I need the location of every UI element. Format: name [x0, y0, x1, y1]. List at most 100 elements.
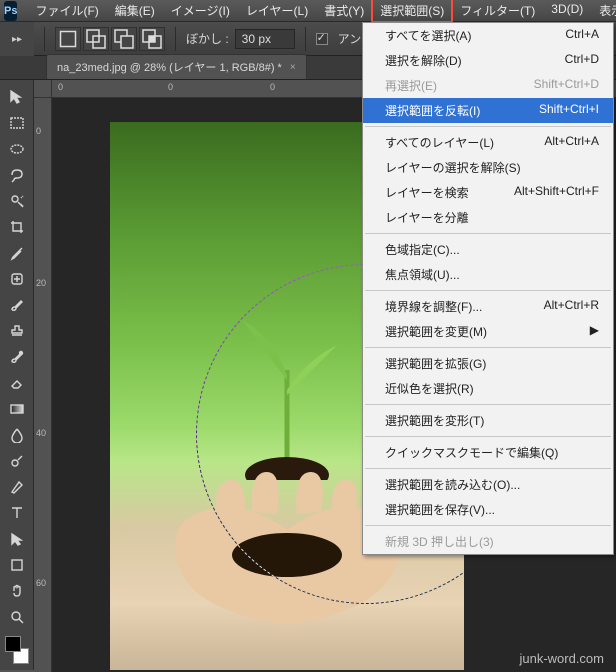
menu-item[interactable]: すべてのレイヤー(L) Alt+Ctrl+A — [363, 130, 613, 155]
sel-new-button[interactable] — [55, 27, 81, 51]
feather-label: ぼかし : — [186, 30, 229, 47]
menu-item-shortcut: Ctrl+D — [565, 52, 599, 69]
menu-ファイル[interactable]: ファイル(F) — [27, 0, 106, 22]
menu-表示[interactable]: 表示(V) — [591, 0, 616, 22]
menu-書式[interactable]: 書式(Y) — [316, 0, 372, 22]
toolbar-collapse[interactable]: ▸▸ — [0, 22, 34, 56]
menu-item[interactable]: 選択範囲を読み込む(O)... — [363, 472, 613, 497]
menu-item-label: すべてを選択(A) — [385, 27, 471, 44]
ruler-vertical[interactable]: 0204060 — [34, 98, 52, 672]
ruler-tick: 0 — [168, 82, 173, 92]
menu-item[interactable]: 色域指定(C)... — [363, 237, 613, 262]
menu-item[interactable]: 選択範囲を反転(I)Shift+Ctrl+I — [363, 98, 613, 123]
menu-separator — [365, 468, 611, 469]
eyedropper-tool[interactable] — [3, 240, 31, 266]
watermark-text: junk-word.com — [519, 651, 604, 666]
menu-item-label: すべてのレイヤー(L) — [385, 134, 494, 151]
selection-menu-dropdown: すべてを選択(A) Ctrl+A 選択を解除(D)Ctrl+D 再選択(E) Shift… — [362, 22, 614, 555]
ruler-corner — [34, 80, 52, 98]
ruler-tick: 20 — [36, 278, 46, 288]
blur-icon — [9, 427, 25, 443]
shape-tool[interactable] — [3, 552, 31, 578]
stamp-tool[interactable] — [3, 318, 31, 344]
menubar: Ps ファイル(F)編集(E)イメージ(I)レイヤー(L)書式(Y)選択範囲(S… — [0, 0, 616, 22]
color-swatches[interactable] — [3, 634, 31, 666]
path-select-icon — [9, 531, 25, 547]
menu-item[interactable]: クイックマスクモードで編集(Q) — [363, 440, 613, 465]
menu-separator — [365, 436, 611, 437]
foreground-swatch[interactable] — [5, 636, 21, 652]
quick-select-icon — [9, 193, 25, 209]
menu-item[interactable]: レイヤーの選択を解除(S) — [363, 155, 613, 180]
menu-item[interactable]: 境界線を調整(F)... Alt+Ctrl+R — [363, 294, 613, 319]
menu-レイヤー[interactable]: レイヤー(L) — [238, 0, 316, 22]
menu-3d[interactable]: 3D(D) — [543, 0, 591, 22]
menu-item[interactable]: 選択範囲を保存(V)... — [363, 497, 613, 522]
feather-input[interactable] — [235, 29, 295, 49]
app-logo: Ps — [4, 1, 17, 21]
dodge-tool[interactable] — [3, 448, 31, 474]
menu-フィルター[interactable]: フィルター(T) — [452, 0, 543, 22]
menu-item-shortcut: Ctrl+A — [565, 27, 599, 44]
menu-item-label: 境界線を調整(F)... — [385, 298, 482, 315]
antialias-checkbox[interactable] — [316, 33, 328, 45]
history-brush-tool[interactable] — [3, 344, 31, 370]
menu-item-shortcut: Shift+Ctrl+D — [534, 77, 599, 94]
menu-item-label: 新規 3D 押し出し(3) — [385, 533, 494, 550]
menu-item[interactable]: すべてを選択(A) Ctrl+A — [363, 23, 613, 48]
healing-tool[interactable] — [3, 266, 31, 292]
menu-item[interactable]: レイヤーを検索Alt+Shift+Ctrl+F — [363, 180, 613, 205]
menu-item-label: 選択範囲を拡張(G) — [385, 355, 486, 372]
menu-item-label: 選択範囲を変更(M) — [385, 323, 487, 340]
collapse-icon: ▸▸ — [12, 34, 22, 45]
sel-intersect-button[interactable] — [139, 27, 165, 51]
menu-separator — [365, 290, 611, 291]
quick-select-tool[interactable] — [3, 188, 31, 214]
type-tool[interactable] — [3, 500, 31, 526]
menu-item[interactable]: 近似色を選択(R) — [363, 376, 613, 401]
menu-item-shortcut: Alt+Ctrl+R — [544, 298, 599, 315]
menu-item-label: 近似色を選択(R) — [385, 380, 474, 397]
menu-item[interactable]: レイヤーを分離 — [363, 205, 613, 230]
crop-icon — [9, 219, 25, 235]
marquee-ellipse-icon — [9, 141, 25, 157]
ruler-tick: 0 — [58, 82, 63, 92]
path-select-tool[interactable] — [3, 526, 31, 552]
menu-item-label: 再選択(E) — [385, 77, 437, 94]
crop-tool[interactable] — [3, 214, 31, 240]
menu-item[interactable]: 焦点領域(U)... — [363, 262, 613, 287]
menu-選択範囲[interactable]: 選択範囲(S) — [372, 0, 452, 22]
menu-item-label: 選択範囲を保存(V)... — [385, 501, 495, 518]
document-tab[interactable]: na_23med.jpg @ 28% (レイヤー 1, RGB/8#) * × — [46, 54, 307, 79]
menu-item[interactable]: 選択を解除(D)Ctrl+D — [363, 48, 613, 73]
menu-item[interactable]: 選択範囲を拡張(G) — [363, 351, 613, 376]
pen-tool[interactable] — [3, 474, 31, 500]
lasso-tool[interactable] — [3, 162, 31, 188]
menu-イメージ[interactable]: イメージ(I) — [163, 0, 238, 22]
move-tool[interactable] — [3, 84, 31, 110]
zoom-tool[interactable] — [3, 604, 31, 630]
blur-tool[interactable] — [3, 422, 31, 448]
menu-item-label: レイヤーの選択を解除(S) — [385, 159, 521, 176]
hand-tool[interactable] — [3, 578, 31, 604]
menu-item[interactable]: 選択範囲を変形(T) — [363, 408, 613, 433]
gradient-tool[interactable] — [3, 396, 31, 422]
brush-tool[interactable] — [3, 292, 31, 318]
menu-separator — [365, 126, 611, 127]
dodge-icon — [9, 453, 25, 469]
menu-item-label: クイックマスクモードで編集(Q) — [385, 444, 558, 461]
close-icon[interactable]: × — [290, 62, 296, 73]
tools-panel — [0, 80, 34, 670]
menu-編集[interactable]: 編集(E) — [107, 0, 163, 22]
sel-add-button[interactable] — [83, 27, 109, 51]
menu-item[interactable]: 選択範囲を変更(M)▶ — [363, 319, 613, 344]
marquee-rect-tool[interactable] — [3, 110, 31, 136]
marquee-ellipse-tool[interactable] — [3, 136, 31, 162]
sel-sub-button[interactable] — [111, 27, 137, 51]
menu-item-label: レイヤーを検索 — [385, 184, 469, 201]
ruler-tick: 0 — [36, 126, 41, 136]
menu-item-label: 色域指定(C)... — [385, 241, 460, 258]
menu-item-shortcut: Alt+Ctrl+A — [544, 134, 599, 151]
lasso-icon — [9, 167, 25, 183]
eraser-tool[interactable] — [3, 370, 31, 396]
